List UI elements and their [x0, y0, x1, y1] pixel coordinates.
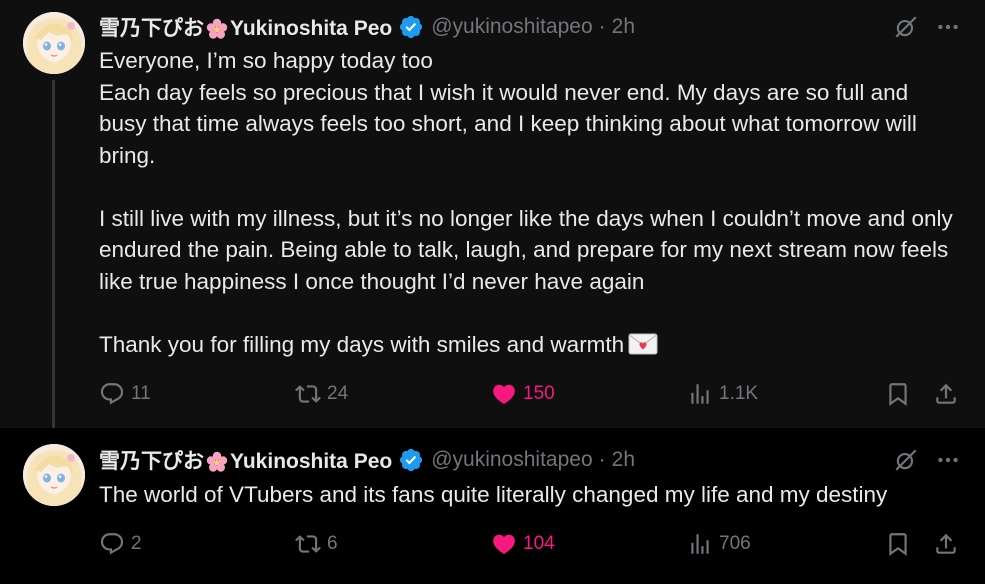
- share-button[interactable]: [933, 378, 959, 410]
- avatar[interactable]: [23, 12, 85, 74]
- tweet-1[interactable]: 雪乃下ぴお Yukinoshita Peo @yukinoshitapeo · 2…: [0, 0, 985, 430]
- reply-button[interactable]: 2: [99, 528, 142, 560]
- retweet-icon: [295, 535, 321, 553]
- retweet-count: 6: [327, 533, 338, 554]
- bookmark-button[interactable]: [885, 378, 911, 410]
- separator-dot: ·: [598, 15, 606, 38]
- like-button[interactable]: 150: [491, 378, 555, 410]
- timestamp[interactable]: 2h: [612, 448, 635, 472]
- separator-dot: ·: [598, 448, 606, 471]
- retweet-button[interactable]: 6: [295, 528, 338, 560]
- grok-icon[interactable]: [893, 14, 919, 40]
- like-count: 104: [523, 533, 555, 554]
- like-icon: [493, 534, 515, 554]
- display-name-en: Yukinoshita Peo: [230, 450, 393, 473]
- verified-badge-icon: [400, 15, 423, 39]
- share-icon: [936, 533, 956, 554]
- retweet-count: 24: [327, 383, 349, 404]
- tweet-text: The world of VTubers and its fans quite …: [99, 479, 959, 511]
- views-icon: [691, 534, 709, 554]
- handle[interactable]: @yukinoshitapeo: [431, 15, 592, 39]
- handle[interactable]: @yukinoshitapeo: [431, 448, 592, 472]
- display-name[interactable]: 雪乃下ぴお Yukinoshita Peo: [99, 445, 392, 475]
- bookmark-button[interactable]: [885, 528, 911, 560]
- reply-count: 11: [131, 383, 151, 404]
- like-icon: [493, 384, 515, 404]
- tweet-header: 雪乃下ぴお Yukinoshita Peo @yukinoshitapeo · 2…: [99, 445, 635, 475]
- cherry-blossom-icon: [206, 19, 228, 40]
- views-button[interactable]: 706: [687, 528, 751, 560]
- reply-button[interactable]: 11: [99, 378, 151, 410]
- reply-icon: [100, 533, 124, 555]
- tweet-actions: 11 24 150 1.1K: [99, 378, 965, 410]
- share-button[interactable]: [933, 528, 959, 560]
- timestamp[interactable]: 2h: [612, 15, 635, 39]
- view-count: 1.1K: [719, 383, 759, 404]
- reply-icon: [100, 383, 124, 405]
- like-button[interactable]: 104: [491, 528, 555, 560]
- tweet-actions: 2 6 104 706: [99, 528, 965, 560]
- like-count: 150: [523, 383, 555, 404]
- display-name[interactable]: 雪乃下ぴお Yukinoshita Peo: [99, 12, 392, 42]
- avatar[interactable]: [23, 444, 85, 506]
- tweet-2[interactable]: 雪乃下ぴお Yukinoshita Peo @yukinoshitapeo · 2…: [0, 428, 985, 584]
- reply-count: 2: [131, 533, 142, 554]
- tweet-top-icons: [893, 14, 961, 40]
- cherry-blossom-icon: [206, 452, 228, 473]
- retweet-button[interactable]: 24: [295, 378, 348, 410]
- share-icon: [936, 383, 956, 404]
- verified-badge-icon: [400, 448, 423, 472]
- display-name-jp: 雪乃下ぴお: [99, 449, 204, 473]
- bookmark-icon: [889, 383, 907, 406]
- bookmark-icon: [889, 533, 907, 556]
- retweet-icon: [295, 385, 321, 403]
- more-icon[interactable]: [935, 447, 961, 473]
- more-icon[interactable]: [935, 14, 961, 40]
- love-letter-icon: [628, 333, 658, 354]
- tweet-text: Everyone, I’m so happy today too Each da…: [99, 45, 959, 360]
- tweet-text-content: Everyone, I’m so happy today too Each da…: [99, 48, 953, 357]
- view-count: 706: [719, 533, 751, 554]
- display-name-jp: 雪乃下ぴお: [99, 16, 204, 40]
- grok-icon[interactable]: [893, 447, 919, 473]
- tweet-header: 雪乃下ぴお Yukinoshita Peo @yukinoshitapeo · 2…: [99, 12, 635, 42]
- display-name-en: Yukinoshita Peo: [230, 17, 393, 40]
- tweet-text-content: The world of VTubers and its fans quite …: [99, 482, 888, 507]
- thread-line: [52, 80, 55, 430]
- views-button[interactable]: 1.1K: [687, 378, 758, 410]
- tweet-top-icons: [893, 447, 961, 473]
- views-icon: [691, 384, 709, 404]
